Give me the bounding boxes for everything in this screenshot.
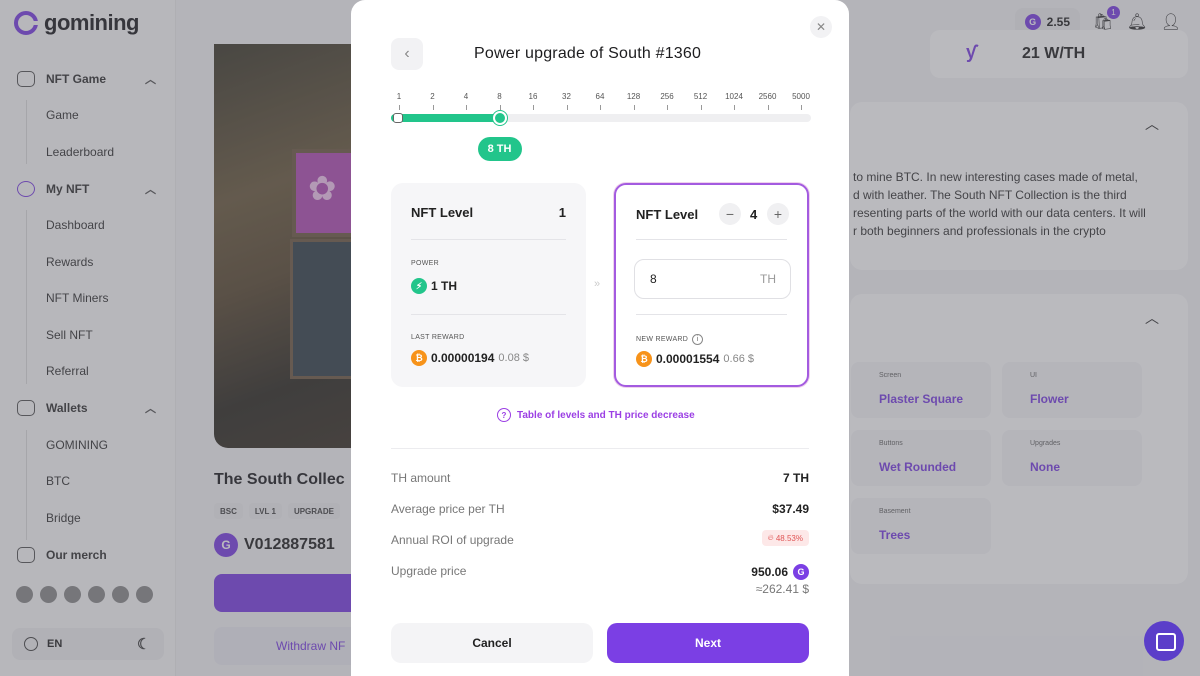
gomining-token-icon: G: [793, 564, 809, 580]
th-scale-label: 64: [595, 92, 605, 101]
chevron-left-icon: ‹: [404, 45, 410, 62]
divider: [636, 239, 787, 240]
th-slider-fill: [391, 114, 500, 122]
upgrade-price: 950.06 G: [751, 564, 809, 580]
summary-th-amount: TH amount 7 TH: [391, 471, 809, 485]
th-scale-label: 1: [396, 92, 402, 101]
th-scale-tick: [633, 105, 635, 110]
current-level-value: 1: [558, 205, 566, 220]
bitcoin-icon: ₿: [411, 350, 427, 366]
divider: [411, 239, 566, 240]
upgrade-price-usd: ≈262.41 $: [755, 582, 809, 596]
last-reward-usd: 0.08 $: [498, 352, 529, 364]
th-scale-label: 5000: [792, 92, 810, 101]
double-chevron-right-icon: »: [594, 278, 601, 290]
th-amount-input[interactable]: 8 TH: [634, 259, 791, 299]
new-reward-caption: NEW REWARD i: [636, 334, 704, 345]
new-reward-caption-text: NEW REWARD: [636, 336, 689, 343]
divider: [391, 448, 809, 449]
current-level-heading: NFT Level: [411, 205, 474, 220]
last-reward: ₿ 0.00000194 0.08 $: [411, 350, 529, 366]
cancel-button[interactable]: Cancel: [391, 623, 593, 663]
divider: [411, 314, 566, 315]
summary-label: Annual ROI of upgrade: [391, 533, 514, 547]
levels-table-link[interactable]: ? Table of levels and TH price decrease: [497, 408, 695, 422]
th-input-value: 8: [650, 272, 657, 286]
summary-value: $37.49: [772, 502, 809, 516]
summary-avg-price: Average price per TH $37.49: [391, 502, 809, 516]
th-scale-tick: [734, 105, 735, 110]
bolt-icon: ⚡︎: [411, 278, 427, 294]
th-scale-label: 1024: [725, 92, 743, 101]
th-scale-tick: [499, 105, 501, 110]
last-reward-caption: LAST REWARD: [411, 334, 465, 341]
th-scale-tick: [767, 105, 769, 110]
current-power-value: 1 TH: [431, 279, 458, 293]
th-scale-tick: [399, 105, 400, 110]
th-scale-tick: [700, 105, 702, 110]
th-scale-tick: [466, 105, 467, 110]
upgrade-price-value: 950.06: [751, 565, 788, 579]
th-scale-label: 256: [660, 92, 674, 101]
slider-start-icon: [393, 113, 403, 123]
summary-label: TH amount: [391, 471, 451, 485]
roi-value: 48.53%: [775, 533, 803, 543]
current-level-card: NFT Level 1 POWER ⚡︎ 1 TH LAST REWARD ₿ …: [391, 183, 586, 387]
back-button[interactable]: ‹: [391, 38, 423, 70]
th-scale-label: 128: [626, 92, 641, 101]
new-reward-usd: 0.66 $: [723, 353, 754, 365]
next-button[interactable]: Next: [607, 623, 809, 663]
power-upgrade-modal: ✕ ‹ Power upgrade of South #1360 1 2 4 8 16 3…: [351, 0, 849, 676]
th-scale-label: 512: [693, 92, 708, 101]
last-reward-btc: 0.00000194: [431, 351, 495, 365]
new-reward: ₿ 0.00001554 0.66 $: [636, 351, 754, 367]
th-input-unit: TH: [760, 272, 776, 286]
th-scale-label: 4: [463, 92, 469, 101]
info-icon[interactable]: i: [692, 334, 704, 345]
modal-title: Power upgrade of South #1360: [474, 45, 702, 62]
th-scale-tick: [432, 105, 434, 110]
th-scale-label: 32: [562, 92, 571, 101]
th-slider-thumb[interactable]: [492, 111, 507, 125]
th-scale-label: 16: [528, 92, 538, 101]
question-icon: ?: [497, 408, 511, 422]
bitcoin-icon: ₿: [636, 351, 652, 367]
th-scale-tick: [667, 105, 668, 110]
new-reward-btc: 0.00001554: [656, 352, 720, 366]
th-scale-tick: [533, 105, 534, 110]
current-power: ⚡︎ 1 TH: [411, 278, 457, 294]
th-scale-labels: 1 2 4 8 16 32 64 128 256 512 1024 2560 5000: [391, 90, 811, 104]
summary-roi: Annual ROI of upgrade 🔥︎ 48.53%: [391, 530, 809, 547]
chat-support-button[interactable]: [1144, 621, 1184, 661]
levels-table-link-text: Table of levels and TH price decrease: [517, 409, 695, 421]
th-scale-tick: [801, 105, 802, 110]
th-scale-label: 2: [430, 92, 435, 101]
summary-label: Average price per TH: [391, 502, 505, 516]
close-icon[interactable]: ✕: [810, 16, 832, 38]
th-scale-tick: [600, 105, 601, 110]
upgrade-level-card: NFT Level − 4 + 8 TH NEW REWARD i ₿ 0.000…: [614, 183, 809, 387]
upgrade-level-value: 4: [750, 207, 758, 222]
divider: [636, 314, 787, 315]
level-decrement-button[interactable]: −: [719, 203, 741, 225]
th-slider-track[interactable]: [391, 114, 811, 122]
level-increment-button[interactable]: +: [767, 203, 789, 225]
th-scale-label: 8: [497, 92, 502, 101]
summary-value: 7 TH: [782, 471, 809, 485]
summary-upgrade-price: Upgrade price 950.06 G ≈262.41 $: [391, 564, 809, 596]
th-scale-label: 2560: [758, 92, 777, 101]
th-scale-tick: [566, 105, 568, 110]
upgrade-level-heading: NFT Level: [636, 207, 699, 222]
power-caption: POWER: [411, 260, 439, 267]
th-slider-value-bubble: 8 TH: [477, 137, 522, 161]
roi-badge: 🔥︎ 48.53%: [761, 530, 809, 546]
summary-label: Upgrade price: [391, 564, 467, 578]
